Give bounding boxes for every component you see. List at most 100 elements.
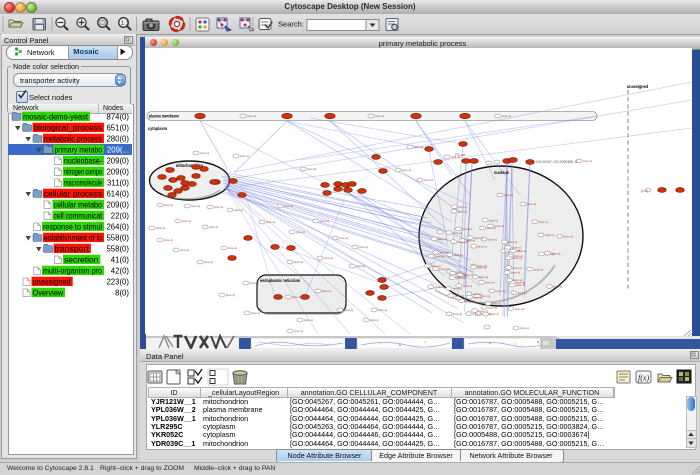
svg-text:(xxx-x): (xxx-x) <box>322 289 331 293</box>
svg-text:(xxx-x): (xxx-x) <box>478 244 487 248</box>
svg-text:(xxx-x): (xxx-x) <box>489 312 498 316</box>
svg-text:(xxx-x): (xxx-x) <box>182 219 191 223</box>
svg-text:874(0): 874(0) <box>106 113 129 122</box>
svg-text:(xxx-x): (xxx-x) <box>266 220 275 224</box>
svg-text:(xxx-x): (xxx-x) <box>513 278 522 282</box>
svg-text:209(0): 209(0) <box>106 157 129 166</box>
svg-text:(xxx-x): (xxx-x) <box>511 271 520 275</box>
svg-text:42(0): 42(0) <box>111 267 130 276</box>
svg-text:(xxx-x): (xxx-x) <box>204 260 213 264</box>
svg-text:8(0): 8(0) <box>115 289 129 298</box>
svg-text:(xxx-x): (xxx-x) <box>512 256 521 260</box>
svg-text:(xxx-x): (xxx-x) <box>356 264 365 268</box>
svg-text:Overview: Overview <box>33 289 64 298</box>
svg-text:(xxx-x): (xxx-x) <box>479 275 488 279</box>
svg-text:(xxx-x): (xxx-x) <box>247 114 256 118</box>
svg-text:209(0): 209(0) <box>106 201 129 210</box>
svg-text:(xxx-x): (xxx-x) <box>456 276 465 280</box>
svg-text:f(x): f(x) <box>638 374 649 383</box>
svg-text:(xxx-x): (xxx-x) <box>453 287 462 291</box>
svg-text:(xxx-x): (xxx-x) <box>424 178 433 182</box>
svg-text:(xxx-x): (xxx-x) <box>455 294 464 298</box>
svg-text:(xxx-x): (xxx-x) <box>502 114 511 118</box>
svg-text:mosaic-demo-yeast: mosaic-demo-yeast <box>23 113 89 122</box>
svg-text:(xxx-x): (xxx-x) <box>414 145 423 149</box>
svg-text:secretion: secretion <box>64 256 98 265</box>
svg-text:(xxx-x): (xxx-x) <box>180 248 189 252</box>
svg-text:(xxx-x): (xxx-x) <box>250 281 259 285</box>
svg-text:(xxx-x): (xxx-x) <box>517 249 526 253</box>
svg-text:(xxx-x): (xxx-x) <box>518 291 527 295</box>
svg-text:(xxx-x): (xxx-x) <box>488 305 497 309</box>
svg-text:(xxx-x): (xxx-x) <box>191 204 200 208</box>
svg-text:(xxx-x): (xxx-x) <box>489 218 498 222</box>
svg-text:(xxx-x): (xxx-x) <box>234 208 243 212</box>
svg-text:(xxx-x): (xxx-x) <box>516 283 525 287</box>
svg-text:GO:00167, GO:0005488, G: GO:00167, GO:0005488, G <box>536 160 578 164</box>
svg-text:(xxx-x): (xxx-x) <box>304 318 313 322</box>
svg-text:(xxx-x): (xxx-x) <box>307 167 316 171</box>
svg-text:(xxx-x): (xxx-x) <box>457 240 466 244</box>
svg-text:(xxx-x): (xxx-x) <box>439 267 448 271</box>
svg-text:(xxx-x): (xxx-x) <box>226 293 235 297</box>
svg-text:(xxx-x): (xxx-x) <box>458 205 467 209</box>
svg-text:transport: transport <box>55 245 90 254</box>
svg-text:(xxx-x): (xxx-x) <box>534 267 543 271</box>
svg-text:primary metabo: primary metabo <box>55 146 103 155</box>
svg-text:(xxx-x): (xxx-x) <box>344 308 353 312</box>
svg-text:(xxx-x): (xxx-x) <box>465 299 474 303</box>
svg-text:(xxx-x): (xxx-x) <box>292 295 301 299</box>
svg-text:(xxx-x): (xxx-x) <box>402 168 411 172</box>
svg-text:223(0): 223(0) <box>106 278 129 287</box>
svg-text:(xxx-x): (xxx-x) <box>492 302 501 306</box>
svg-text:(xxx-x): (xxx-x) <box>164 203 173 207</box>
svg-text:biological_process: biological_process <box>34 124 103 133</box>
svg-text:(xxx-x): (xxx-x) <box>359 245 368 249</box>
svg-text:(xxx-x): (xxx-x) <box>435 285 444 289</box>
svg-text:(xxx-x): (xxx-x) <box>515 307 524 311</box>
svg-text:(xxx-x): (xxx-x) <box>496 289 505 293</box>
svg-text:(xxx-x): (xxx-x) <box>583 159 592 163</box>
svg-text:plasma membrane: plasma membrane <box>149 114 179 120</box>
svg-text:(xxx-x): (xxx-x) <box>453 231 462 235</box>
svg-text:41(0): 41(0) <box>111 256 130 265</box>
svg-text:macromolecule: macromolecule <box>64 179 102 188</box>
svg-text:(xxx-x): (xxx-x) <box>504 193 513 197</box>
svg-text:(xxx-x): (xxx-x) <box>378 308 387 312</box>
svg-text:(xxx-x): (xxx-x) <box>324 256 333 260</box>
svg-text:(xxx-x): (xxx-x) <box>320 219 329 223</box>
svg-text:(xxx-x): (xxx-x) <box>527 202 536 206</box>
svg-text:(xxx-x): (xxx-x) <box>370 318 379 322</box>
svg-text:(xxx-x): (xxx-x) <box>458 209 467 213</box>
svg-text:(xxx-x): (xxx-x) <box>512 266 521 270</box>
svg-text:unassigned: unassigned <box>33 278 71 287</box>
svg-text:311(0): 311(0) <box>107 179 129 188</box>
svg-text:558(0): 558(0) <box>106 234 129 243</box>
svg-text:(xxx-x): (xxx-x) <box>164 238 173 242</box>
svg-text:(xxx-x): (xxx-x) <box>462 227 471 231</box>
svg-text:(xxx-x): (xxx-x) <box>472 312 481 316</box>
svg-text:(xxx-x): (xxx-x) <box>453 312 462 316</box>
svg-text:establishment of lo: establishment of lo <box>44 234 103 243</box>
svg-text:multi-organism pro: multi-organism pro <box>43 267 103 276</box>
svg-text:(xxx-x): (xxx-x) <box>508 240 517 244</box>
svg-text:Search:: Search: <box>278 20 304 29</box>
svg-text:(xxx-x): (xxx-x) <box>251 311 260 315</box>
svg-text:(xxx-x): (xxx-x) <box>563 234 572 238</box>
svg-text:(xxx-x): (xxx-x) <box>545 233 554 237</box>
svg-text:(xxx-x): (xxx-x) <box>200 151 209 155</box>
svg-text:(xxx-x): (xxx-x) <box>435 254 444 258</box>
svg-text:614(0): 614(0) <box>106 190 129 199</box>
svg-text:280(0): 280(0) <box>106 135 129 144</box>
svg-text:558(0): 558(0) <box>106 245 129 254</box>
svg-text:(xxx-x): (xxx-x) <box>553 285 562 289</box>
svg-text:response to stimul: response to stimul <box>43 223 102 232</box>
svg-text:(xxx-x): (xxx-x) <box>539 220 548 224</box>
svg-text:(xxx-x): (xxx-x) <box>214 205 223 209</box>
svg-text:(xxx-x): (xxx-x) <box>209 225 218 229</box>
svg-text:nitrogen compo: nitrogen compo <box>64 168 102 177</box>
svg-text:nucleobase-: nucleobase- <box>64 157 102 166</box>
svg-text:cytoplasm: cytoplasm <box>148 126 167 132</box>
svg-text:(xxx-x): (xxx-x) <box>438 237 447 241</box>
svg-text:cellular process: cellular process <box>44 190 102 199</box>
